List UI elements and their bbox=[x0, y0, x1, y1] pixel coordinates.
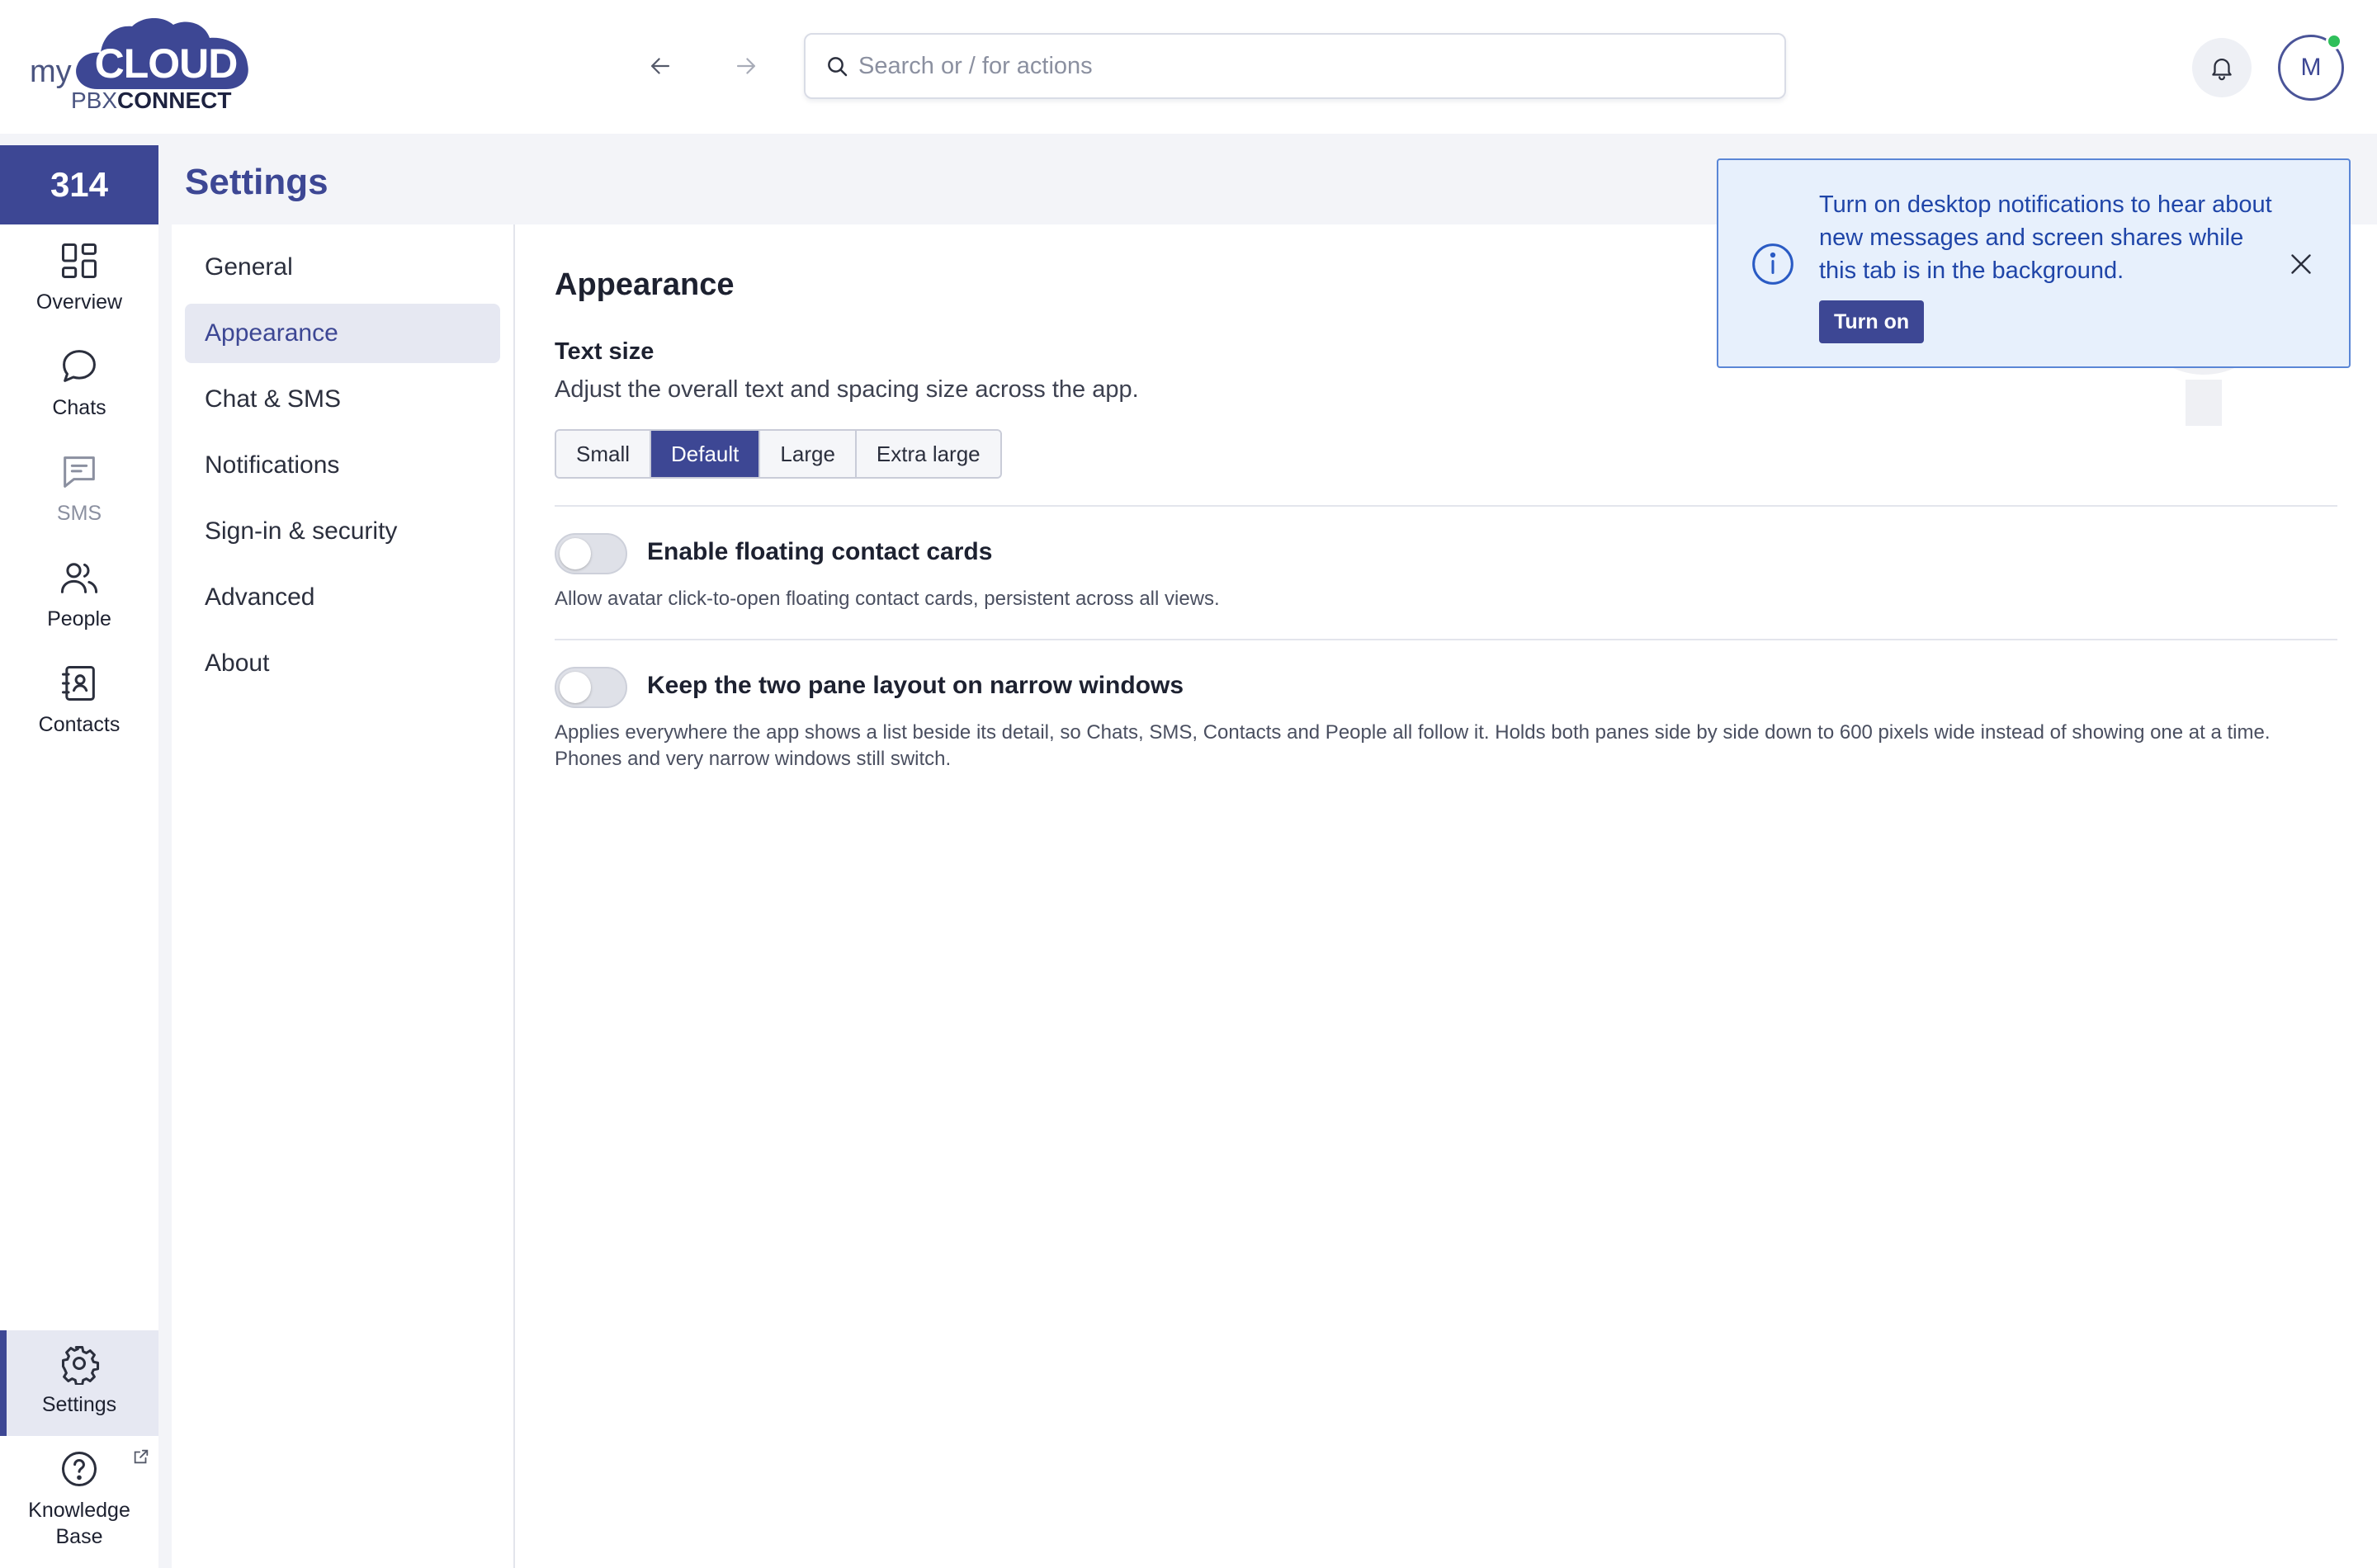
rail-item-sms[interactable]: SMS bbox=[0, 439, 158, 545]
text-size-description: Adjust the overall text and spacing size… bbox=[555, 376, 1139, 403]
external-link-icon bbox=[134, 1449, 149, 1464]
floating-cards-label: Enable floating contact cards bbox=[647, 538, 993, 565]
close-icon[interactable] bbox=[2286, 249, 2316, 279]
bell-icon bbox=[2212, 59, 2232, 81]
grid-icon bbox=[61, 243, 97, 279]
rail-label-knowledge: Knowledge bbox=[28, 1499, 130, 1522]
rail-item-people[interactable]: People bbox=[0, 545, 158, 650]
notifications-button[interactable] bbox=[2192, 38, 2252, 97]
search-icon bbox=[828, 57, 848, 77]
floating-cards-toggle[interactable] bbox=[555, 533, 627, 574]
avatar-initial: M bbox=[2300, 54, 2322, 81]
logo-my: my bbox=[30, 54, 72, 89]
arrow-left-icon bbox=[650, 58, 670, 74]
two-pane-toggle[interactable] bbox=[555, 667, 627, 708]
rail-label-contacts: Contacts bbox=[38, 713, 121, 736]
divider bbox=[555, 505, 2337, 507]
rail-label-overview: Overview bbox=[35, 290, 123, 314]
search-box[interactable] bbox=[804, 33, 1786, 99]
arrow-right-icon bbox=[736, 58, 756, 74]
rail-label-settings: Settings bbox=[41, 1393, 117, 1416]
chat-bubble-icon bbox=[63, 350, 96, 382]
subnav-item-chat-sms[interactable]: Chat & SMS bbox=[185, 370, 500, 429]
subnav-item-sign-in-security[interactable]: Sign-in & security bbox=[185, 502, 500, 561]
rail-item-contacts[interactable]: Contacts bbox=[0, 650, 158, 756]
subnav-item-about[interactable]: About bbox=[185, 634, 500, 693]
app-logo[interactable]: my CLOUD PBXCONNECT bbox=[30, 18, 248, 117]
forward-button[interactable] bbox=[725, 45, 768, 87]
two-pane-description: Applies everywhere the app shows a list … bbox=[555, 721, 2271, 770]
desktop-notification-prompt: Turn on desktop notifications to hear ab… bbox=[1717, 158, 2351, 368]
rail-item-knowledge-base[interactable]: Knowledge Base bbox=[0, 1436, 158, 1568]
rail-item-settings[interactable]: Settings bbox=[0, 1330, 158, 1436]
toggle-knob bbox=[560, 672, 591, 703]
logo-pbx: PBX bbox=[71, 87, 118, 113]
text-size-label: Text size bbox=[555, 338, 655, 365]
rail-label-base: Base bbox=[55, 1525, 103, 1548]
contacts-book-icon bbox=[61, 665, 95, 701]
notification-prompt-text: Turn on desktop notifications to hear ab… bbox=[1819, 191, 2272, 284]
subnav-item-appearance[interactable]: Appearance bbox=[185, 304, 500, 363]
text-size-large[interactable]: Large bbox=[760, 431, 857, 477]
extension-badge[interactable]: 314 bbox=[0, 145, 158, 224]
section-title: Appearance bbox=[555, 267, 735, 302]
logo-cloud-text: CLOUD bbox=[94, 40, 239, 87]
rail-label-chats: Chats bbox=[52, 396, 106, 419]
floating-cards-description: Allow avatar click-to-open floating cont… bbox=[555, 588, 1220, 610]
logo-connect: CONNECT bbox=[117, 87, 232, 113]
gear-icon bbox=[61, 1345, 100, 1385]
rail-item-overview[interactable]: Overview bbox=[0, 228, 158, 333]
top-bar: my CLOUD PBXCONNECT M bbox=[0, 0, 2377, 134]
search-input[interactable] bbox=[858, 43, 1766, 89]
settings-subnav: General Appearance Chat & SMS Notificati… bbox=[172, 224, 515, 1568]
info-circle-icon bbox=[1752, 243, 1793, 285]
subnav-item-general[interactable]: General bbox=[185, 238, 500, 297]
left-rail: 314 Overview Chats SMS People Contacts S… bbox=[0, 145, 158, 1568]
text-size-small[interactable]: Small bbox=[556, 431, 652, 477]
text-size-selector: Small Default Large Extra large bbox=[555, 429, 1002, 479]
text-size-extra-large[interactable]: Extra large bbox=[856, 431, 1000, 477]
rail-label-people: People bbox=[47, 607, 111, 631]
text-size-default[interactable]: Default bbox=[651, 431, 761, 477]
two-pane-label: Keep the two pane layout on narrow windo… bbox=[647, 672, 1184, 699]
back-button[interactable] bbox=[639, 45, 682, 87]
turn-on-button[interactable]: Turn on bbox=[1819, 300, 1925, 343]
people-icon bbox=[60, 563, 98, 593]
extension-number: 314 bbox=[50, 165, 109, 204]
logo-pbx-connect: PBXCONNECT bbox=[71, 87, 231, 114]
subnav-item-advanced[interactable]: Advanced bbox=[185, 568, 500, 627]
subnav-item-notifications[interactable]: Notifications bbox=[185, 436, 500, 495]
rail-item-chats[interactable]: Chats bbox=[0, 333, 158, 439]
page-title: Settings bbox=[185, 162, 328, 202]
help-circle-icon bbox=[61, 1451, 97, 1487]
divider bbox=[555, 639, 2337, 640]
rail-label-sms: SMS bbox=[56, 502, 102, 525]
sms-icon bbox=[64, 456, 95, 488]
presence-indicator bbox=[2326, 33, 2342, 50]
toggle-knob bbox=[560, 538, 591, 569]
